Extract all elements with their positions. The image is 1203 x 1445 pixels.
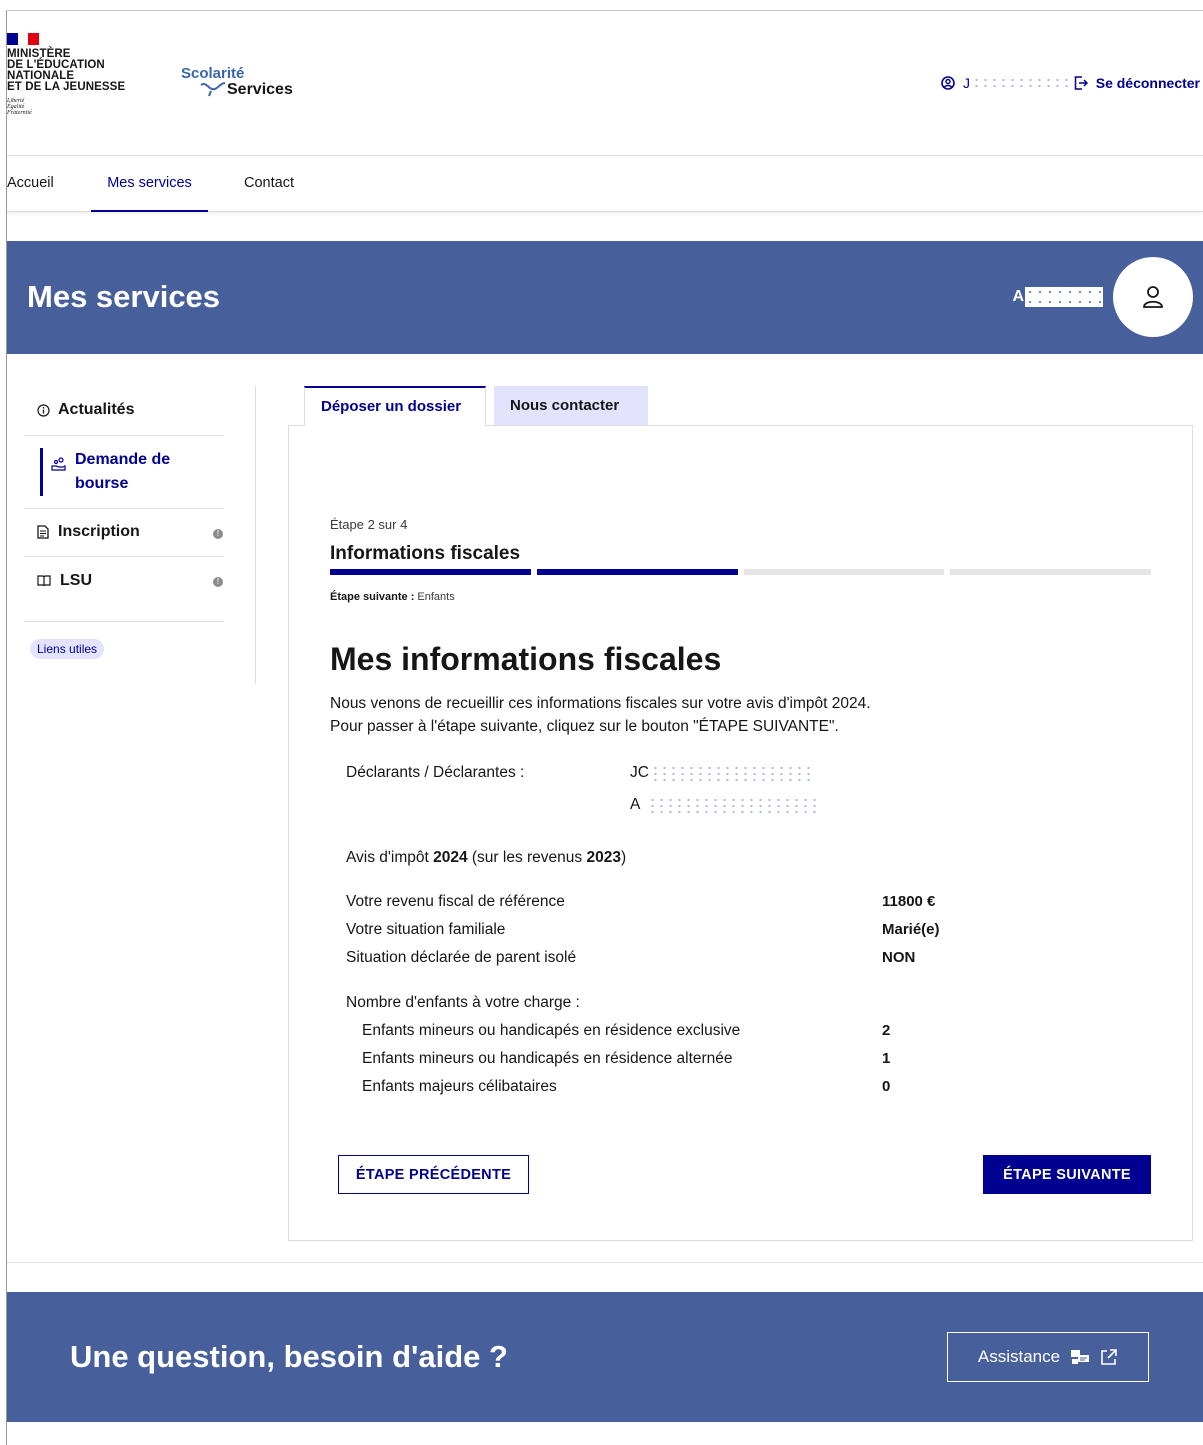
- avis-impot-line: Avis d'impôt 2024 (sur les revenus 2023): [346, 849, 627, 866]
- alert-icon: !: [213, 577, 223, 587]
- step-count: Étape 2 sur 4: [330, 517, 408, 532]
- footer-divider: [7, 1262, 1203, 1263]
- sidebar-item-label: Demande de bourse: [75, 451, 171, 492]
- user-account-link[interactable]: J: [941, 75, 1068, 91]
- scolarite-services-logo[interactable]: Scolarité Services: [181, 65, 311, 105]
- sidebar-item-label: LSU: [60, 572, 92, 589]
- external-link-icon: [1101, 1349, 1117, 1365]
- sidebar-divider: [24, 621, 224, 622]
- tab-deposer-dossier[interactable]: Déposer un dossier: [304, 386, 486, 426]
- nav-item-mes-services[interactable]: Mes services: [91, 156, 208, 212]
- user-circle-icon: [941, 76, 955, 90]
- help-section: Une question, besoin d'aide ? Assistance: [7, 1292, 1203, 1422]
- useful-links-tag[interactable]: Liens utiles: [30, 639, 105, 659]
- masked-user-name: [972, 77, 1068, 89]
- previous-step-button[interactable]: ÉTAPE PRÉCÉDENTE: [338, 1155, 529, 1194]
- sidebar-item-label: Inscription: [58, 523, 140, 540]
- assistance-button[interactable]: Assistance: [947, 1332, 1149, 1382]
- children-alternee-label: Enfants mineurs ou handicapés en résiden…: [362, 1050, 733, 1067]
- sidebar-divider: [24, 556, 224, 557]
- sidebar-item-actualites[interactable]: Actualités: [24, 401, 224, 419]
- alert-icon: !: [213, 529, 223, 539]
- sidebar-divider: [24, 508, 224, 509]
- masked-declarant-2: [648, 797, 817, 813]
- masked-declarant-1: [650, 765, 813, 781]
- banner-user-name: A: [1012, 287, 1103, 307]
- page-banner: Mes services A: [7, 241, 1203, 354]
- revenu-fiscal-value: 11800 €: [882, 893, 936, 910]
- declarants-label: Déclarants / Déclarantes :: [346, 764, 525, 781]
- sidebar-divider: [24, 435, 224, 436]
- situation-familiale-label: Votre situation familiale: [346, 921, 506, 938]
- book-icon: [37, 575, 51, 587]
- children-exclusive-label: Enfants mineurs ou handicapés en résiden…: [362, 1022, 741, 1039]
- logout-link[interactable]: Se déconnecter: [1074, 75, 1200, 91]
- logout-label: Se déconnecter: [1095, 75, 1200, 91]
- children-majeurs-label: Enfants majeurs célibataires: [362, 1078, 557, 1095]
- step-bar-3: [743, 569, 945, 575]
- declarant-1: JC: [630, 764, 813, 782]
- document-icon: [37, 525, 49, 539]
- children-exclusive-value: 2: [882, 1022, 891, 1039]
- stepper-progress: [330, 569, 1151, 575]
- ministry-logo[interactable]: MINISTÈRE DE L'ÉDUCATION NATIONALE ET DE…: [7, 33, 157, 116]
- nav-item-accueil[interactable]: Accueil: [7, 156, 54, 212]
- logout-icon: [1074, 76, 1088, 90]
- step-bar-1: [330, 569, 531, 575]
- declarant-2: A: [630, 796, 817, 814]
- info-icon: [37, 404, 50, 417]
- tab-nous-contacter[interactable]: Nous contacter: [494, 386, 648, 426]
- section-title: Mes informations fiscales: [330, 641, 722, 677]
- step-title: Informations fiscales: [330, 543, 521, 564]
- children-alternee-value: 1: [882, 1050, 891, 1067]
- support-icon: [1071, 1350, 1090, 1364]
- parent-isole-value: NON: [882, 949, 916, 966]
- children-label: Nombre d'enfants à votre charge :: [346, 994, 580, 1011]
- sidebar-item-demande-bourse[interactable]: Demande de bourse: [24, 448, 224, 496]
- nav-item-contact[interactable]: Contact: [244, 156, 294, 212]
- logo-swoosh-icon: [200, 82, 226, 97]
- next-step-info: Étape suivante : Enfants: [330, 591, 455, 603]
- sidebar-item-inscription[interactable]: Inscription: [24, 523, 224, 541]
- user-name: J: [963, 75, 970, 91]
- ministry-name: MINISTÈRE DE L'ÉDUCATION NATIONALE ET DE…: [7, 48, 126, 93]
- side-menu: Actualités Demande de bourse Inscription…: [24, 386, 256, 684]
- site-header: MINISTÈRE DE L'ÉDUCATION NATIONALE ET DE…: [7, 11, 1203, 156]
- active-indicator: [40, 448, 43, 496]
- masked-banner-name: [1025, 287, 1103, 307]
- sidebar-item-lsu[interactable]: LSU: [24, 572, 224, 590]
- next-step-button[interactable]: ÉTAPE SUIVANTE: [983, 1155, 1151, 1194]
- help-title: Une question, besoin d'aide ?: [70, 1339, 508, 1374]
- main-nav: Accueil Mes services Contact: [7, 156, 1203, 212]
- situation-familiale-value: Marié(e): [882, 921, 940, 938]
- republic-flag-icon: [7, 33, 40, 45]
- avatar[interactable]: [1113, 257, 1193, 337]
- parent-isole-label: Situation déclarée de parent isolé: [346, 949, 577, 966]
- revenu-fiscal-label: Votre revenu fiscal de référence: [346, 893, 565, 910]
- step-bar-2: [536, 569, 738, 575]
- hand-coins-icon: [51, 457, 66, 471]
- children-majeurs-value: 0: [882, 1078, 891, 1095]
- step-bar-4: [950, 569, 1151, 575]
- republic-motto: Liberté Égalité Fraternité: [7, 98, 32, 116]
- sidebar-item-label: Actualités: [58, 401, 135, 418]
- page-title: Mes services: [27, 279, 221, 314]
- user-avatar-icon: [1143, 286, 1163, 308]
- intro-text: Nous venons de recueillir ces informatio…: [330, 695, 871, 735]
